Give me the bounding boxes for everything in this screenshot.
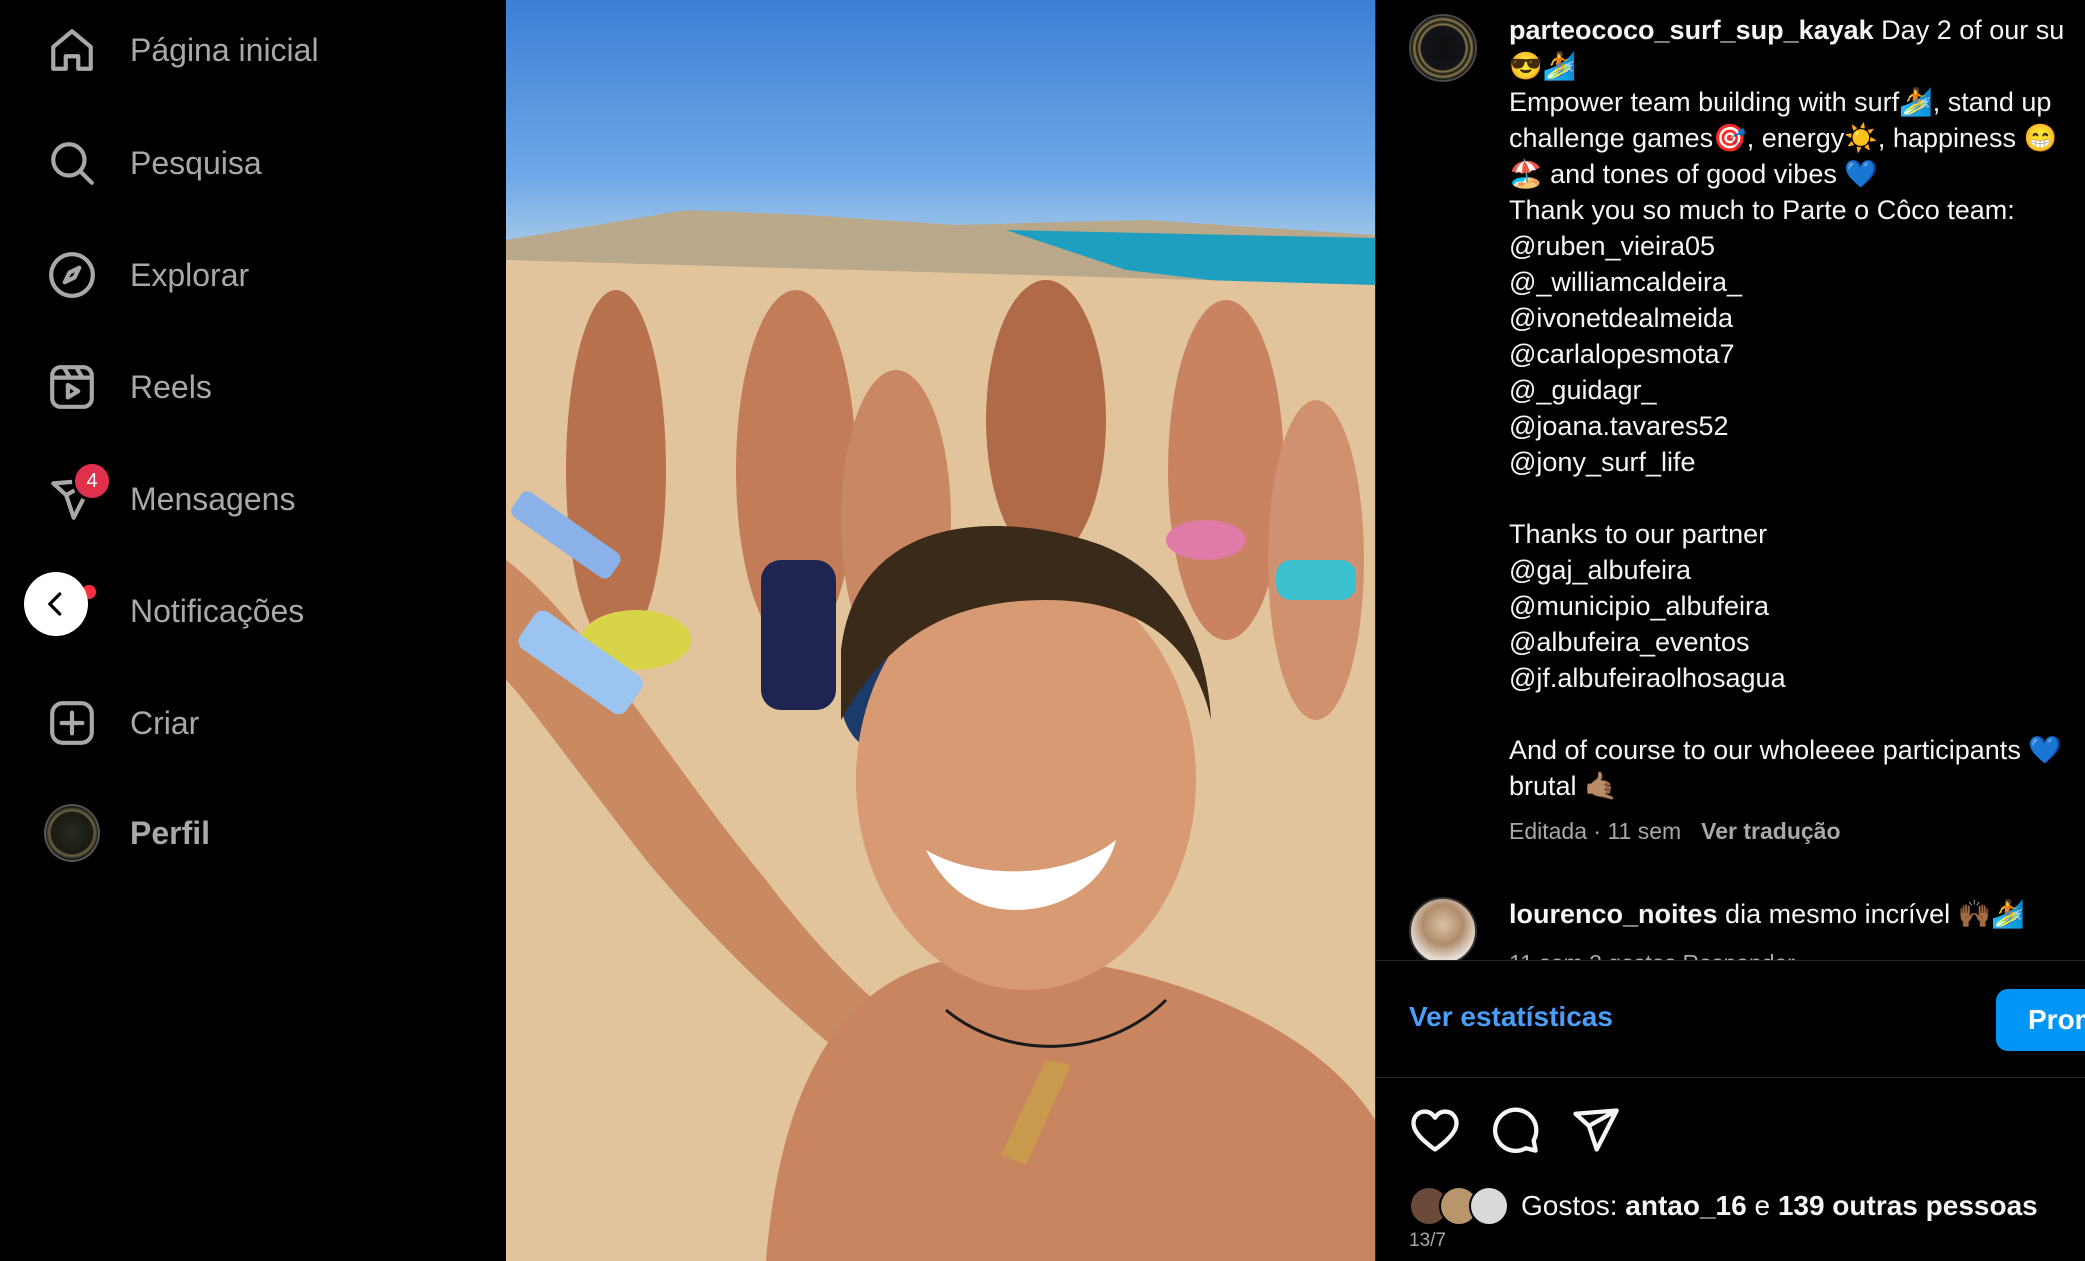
back-button[interactable]	[24, 572, 88, 636]
sidebar-item-label: Criar	[130, 704, 200, 741]
sidebar-item-explore[interactable]: Explorar	[44, 243, 484, 307]
sidebar-item-profile[interactable]: Perfil	[44, 801, 484, 865]
messenger-icon: 4	[44, 461, 112, 527]
comment-meta: 11 sem 2 gostos Responder	[1509, 950, 1795, 960]
author-username[interactable]: parteococo_surf_sup_kayak	[1509, 15, 1874, 45]
author-avatar[interactable]	[1409, 14, 1477, 82]
sidebar-item-label: Mensagens	[130, 480, 296, 517]
send-icon	[1573, 1108, 1619, 1152]
reels-icon	[44, 359, 100, 415]
likes-row: Gostos: antao_16 e 139 outras pessoas	[1409, 1186, 2038, 1226]
post-date: 13/7	[1409, 1230, 1446, 1251]
beach-photo	[506, 210, 1375, 1261]
post-caption: parteococo_surf_sup_kayak Day 2 of our s…	[1509, 12, 2085, 804]
sidebar-item-home[interactable]: Página inicial	[44, 18, 484, 82]
sidebar-item-label: Notificações	[130, 592, 305, 629]
sidebar-item-label: Explorar	[130, 256, 250, 293]
messages-badge: 4	[72, 461, 112, 501]
promote-button[interactable]: Prom	[1996, 989, 2085, 1051]
sidebar-item-notifications[interactable]: Notificações	[44, 579, 484, 643]
likes-text[interactable]: Gostos: antao_16 e 139 outras pessoas	[1521, 1190, 2038, 1222]
sidebar-item-search[interactable]: Pesquisa	[44, 131, 484, 195]
home-icon	[44, 22, 100, 78]
compass-icon	[44, 247, 100, 303]
liker-username[interactable]: antao_16	[1625, 1190, 1746, 1221]
chevron-left-icon	[48, 592, 62, 616]
caption-area: parteococo_surf_sup_kayak Day 2 of our s…	[1376, 0, 2085, 960]
sidebar: Página inicial Pesquisa Explorar Reels 4…	[0, 0, 506, 1261]
sidebar-item-label: Reels	[130, 368, 212, 405]
see-translation-link[interactable]: Ver tradução	[1701, 818, 1840, 844]
commenter-username[interactable]: lourenco_noites	[1509, 899, 1718, 929]
view-insights-link[interactable]: Ver estatísticas	[1409, 1001, 1613, 1033]
caption-text: Day 2 of our su 😎🏄 Empower team building…	[1509, 15, 2065, 801]
heart-icon	[1411, 1109, 1459, 1152]
commenter-avatar[interactable]	[1409, 897, 1477, 960]
comment-icon	[1493, 1107, 1539, 1154]
post-panel: parteococo_surf_sup_kayak Day 2 of our s…	[1375, 0, 2085, 1261]
share-button[interactable]	[1569, 1104, 1621, 1156]
sidebar-item-reels[interactable]: Reels	[44, 355, 484, 419]
search-icon	[44, 135, 100, 191]
sidebar-item-label: Perfil	[130, 814, 211, 851]
comment-text: dia mesmo incrível 🙌🏾🏄	[1717, 899, 2025, 929]
comment-button[interactable]	[1489, 1104, 1541, 1156]
sidebar-item-create[interactable]: Criar	[44, 691, 484, 755]
like-button[interactable]	[1409, 1104, 1461, 1156]
comment: lourenco_noites dia mesmo incrível 🙌🏾🏄	[1509, 898, 2025, 930]
liker-avatar	[1469, 1186, 1509, 1226]
sidebar-item-messages[interactable]: 4 Mensagens	[44, 461, 484, 531]
sidebar-item-label: Página inicial	[130, 31, 319, 68]
caption-meta: Editada · 11 sem Ver tradução	[1509, 818, 1841, 845]
profile-avatar	[44, 804, 100, 862]
stats-bar: Ver estatísticas Prom	[1376, 960, 2085, 1078]
post-media[interactable]	[506, 0, 1375, 1261]
sidebar-item-label: Pesquisa	[130, 144, 262, 181]
plus-square-icon	[44, 695, 100, 751]
edited-timestamp: Editada · 11 sem	[1509, 818, 1682, 844]
other-likers[interactable]: 139 outras pessoas	[1778, 1190, 2038, 1221]
